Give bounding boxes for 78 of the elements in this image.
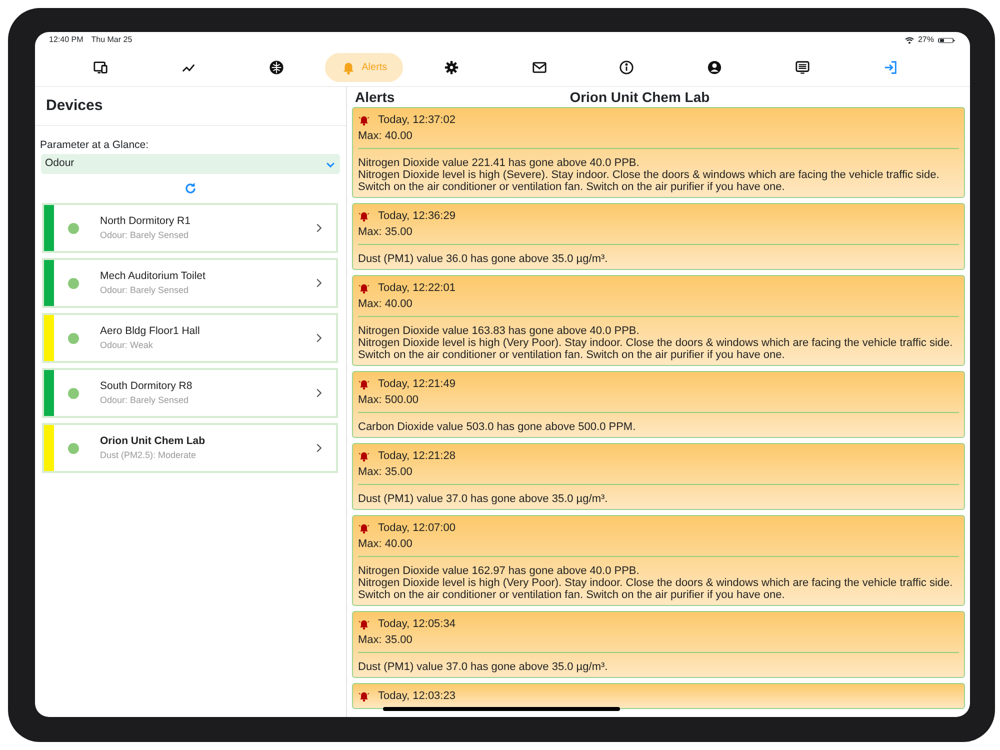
chevron-right-icon [314, 332, 324, 344]
alert-max: Max: 35.00 [358, 633, 414, 648]
status-time: 12:40 PM [49, 34, 84, 46]
alert-time: Today, 12:05:34 [378, 617, 456, 632]
device-name: Mech Auditorium Toilet [100, 268, 206, 284]
alert-max: Max: 40.00 [358, 297, 414, 312]
alert-message: Dust (PM1) value 36.0 has gone above 35.0 µg/m³. [358, 253, 609, 265]
panel-title: Alerts [355, 88, 395, 106]
device-card[interactable]: Orion Unit Chem Lab Dust (PM2.5): Moderate [42, 423, 338, 474]
alert-message: Dust (PM1) value 37.0 has gone above 35.0 µg/m³. [358, 661, 609, 673]
alert-time: Today, 12:21:28 [378, 449, 456, 464]
chevron-right-icon [314, 387, 324, 400]
device-card[interactable]: North Dormitory R1 Odour: Barely Sensed [42, 203, 338, 254]
alert-message: Nitrogen Dioxide value 162.97 has gone above 40.0 PPB. [358, 565, 640, 577]
refresh-button[interactable] [184, 182, 197, 196]
alert-max: Max: 40.00 [358, 537, 414, 552]
bell-icon [358, 210, 370, 222]
alert-time: Today, 12:03:23 [378, 689, 456, 704]
panel-title: Devices [35, 87, 346, 126]
device-card[interactable]: Aero Bldg Floor1 Hall Odour: Weak [42, 313, 338, 364]
alert-message: Nitrogen Dioxide value 221.41 has gone above 40.0 PPB. [358, 157, 640, 169]
status-dot [68, 442, 79, 454]
chevron-right-icon [314, 222, 324, 234]
alert-time: Today, 12:22:01 [378, 281, 456, 296]
alert-message: Nitrogen Dioxide level is high (Very Poor). Stay indoor. Close the doors & windows which are facing the vehicle traffic side. Switch on the air conditioner or ventilation fan. Switch on the air purifier if you have one. [358, 337, 954, 361]
device-status: Odour: Weak [100, 339, 154, 352]
status-date: Thu Mar 25 [91, 34, 132, 46]
chevron-right-icon [314, 442, 324, 454]
status-dot [68, 278, 79, 289]
monitor-icon [93, 60, 108, 74]
field-label: Parameter at a Glance: [40, 138, 150, 152]
alert-message: Nitrogen Dioxide level is high (Very Poor). Stay indoor. Close the doors & windows which are facing the vehicle traffic side. Switch on the air conditioner or ventilation fan. Switch on the air purifier if you have one. [358, 577, 954, 601]
alert-max: Max: 40.00 [358, 129, 414, 144]
status-dot [68, 222, 79, 234]
status-dot [68, 332, 79, 344]
device-name: North Dormitory R1 [100, 214, 192, 229]
alert-time: Today, 12:36:29 [378, 209, 456, 224]
envelope-icon [532, 60, 547, 74]
device-card[interactable]: Mech Auditorium Toilet Odour: Barely Sensed [42, 258, 338, 308]
refresh-icon [184, 182, 197, 196]
wifi-icon [904, 36, 914, 44]
bell-icon [358, 618, 370, 630]
device-status: Odour: Barely Sensed [100, 394, 190, 408]
parameter-dropdown[interactable]: Odour [41, 154, 340, 174]
bell-icon [358, 378, 370, 390]
alert-max: Max: 35.00 [358, 225, 414, 240]
bell-icon [358, 690, 370, 702]
alert-time: Today, 12:07:00 [378, 521, 456, 536]
bell-icon [358, 522, 370, 534]
device-name: South Dormitory R8 [100, 378, 194, 394]
status-dot [68, 388, 79, 399]
gear-icon [444, 60, 460, 74]
bell-icon [358, 114, 370, 126]
alert-max: Max: 500.00 [358, 393, 420, 408]
info-icon [619, 60, 634, 74]
screen-icon [794, 60, 810, 74]
bell-icon [358, 450, 370, 462]
alert-message: Nitrogen Dioxide value 163.83 has gone above 40.0 PPB. [358, 325, 640, 337]
bell-icon [358, 282, 370, 294]
alert-time: Today, 12:37:02 [378, 113, 456, 128]
device-status: Dust (PM2.5): Moderate [100, 449, 198, 462]
alert-message: Carbon Dioxide value 503.0 has gone above 500.0 PPM. [358, 421, 637, 433]
alert-message: Nitrogen Dioxide level is high (Severe). Stay indoor. Close the doors & windows which are facing the vehicle traffic side. Switch on the air conditioner or ventilation fan. Switch on the air purifier if you have one. [358, 169, 940, 193]
chevron-right-icon [314, 277, 324, 290]
arrow-into-box-icon [882, 60, 898, 74]
person-circle-icon [707, 60, 722, 74]
battery-percent: 27% [918, 34, 934, 46]
alert-max: Max: 35.00 [358, 465, 414, 480]
globe-icon [268, 60, 284, 74]
battery-icon [938, 36, 956, 44]
device-name: Aero Bldg Floor1 Hall [100, 324, 201, 339]
device-status: Odour: Barely Sensed [100, 284, 190, 298]
alert-message: Dust (PM1) value 37.0 has gone above 35.0 µg/m³. [358, 493, 609, 505]
device-name: Orion Unit Chem Lab [100, 434, 206, 449]
device-card[interactable]: South Dormitory R8 Odour: Barely Sensed [42, 368, 338, 418]
device-status: Odour: Barely Sensed [100, 229, 190, 242]
alert-time: Today, 12:21:49 [378, 377, 456, 392]
device-title: Orion Unit Chem Lab [570, 88, 710, 106]
